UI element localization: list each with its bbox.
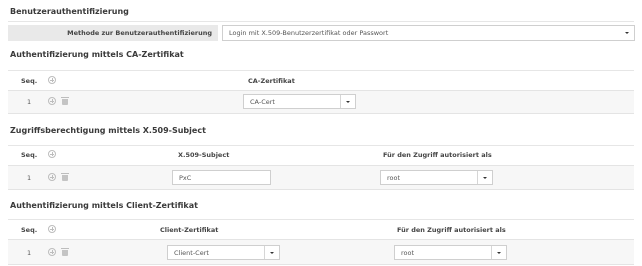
row-seq: 1 <box>27 98 32 106</box>
ca-cert-select[interactable]: CA-Cert <box>243 94 356 109</box>
auth-method-value: Login mit X.509-Benutzerzertifikat oder … <box>229 29 389 37</box>
insert-row-icon[interactable] <box>48 248 56 256</box>
subject-section-title: Zugriffsberechtigung mittels X.509-Subje… <box>10 126 206 135</box>
row-seq: 1 <box>27 174 32 182</box>
page-title: Benutzerauthentifizierung <box>10 7 129 16</box>
insert-row-icon[interactable] <box>48 173 56 181</box>
subject-input[interactable]: PxC <box>172 170 271 185</box>
row-seq: 1 <box>27 249 32 257</box>
client-section-title: Authentifizierung mittels Client-Zertifi… <box>10 201 198 210</box>
subject-user-value: root <box>387 173 401 182</box>
divider <box>8 21 634 22</box>
client-cert-value: Client-Cert <box>174 248 209 257</box>
method-label: Methode zur Benutzerauthentifizierung <box>8 25 218 41</box>
add-row-icon[interactable] <box>48 225 56 233</box>
col-subject: X.509-Subject <box>178 151 230 159</box>
chevron-down-icon <box>620 26 634 40</box>
chevron-down-icon <box>491 246 506 259</box>
delete-row-icon[interactable] <box>61 97 69 105</box>
delete-row-icon[interactable] <box>61 248 69 256</box>
insert-row-icon[interactable] <box>48 97 56 105</box>
chevron-down-icon <box>477 171 492 184</box>
col-seq: Seq. <box>21 226 38 234</box>
table-row <box>8 165 634 190</box>
add-row-icon[interactable] <box>48 150 56 158</box>
col-client-cert: Client-Zertifikat <box>160 226 219 234</box>
delete-row-icon[interactable] <box>61 173 69 181</box>
chevron-down-icon <box>264 246 279 259</box>
divider <box>8 145 634 146</box>
client-user-value: root <box>401 248 415 257</box>
ca-section-title: Authentifizierung mittels CA-Zertifikat <box>10 50 184 59</box>
col-authorized-as: Für den Zugriff autorisiert als <box>383 151 492 159</box>
divider <box>8 219 634 220</box>
ca-cert-value: CA-Cert <box>250 97 275 106</box>
col-ca-cert: CA-Zertifikat <box>248 77 295 85</box>
client-cert-select[interactable]: Client-Cert <box>167 245 280 260</box>
col-authorized-as: Für den Zugriff autorisiert als <box>397 226 506 234</box>
auth-method-select[interactable]: Login mit X.509-Benutzerzertifikat oder … <box>222 25 635 41</box>
client-user-select[interactable]: root <box>394 245 507 260</box>
add-row-icon[interactable] <box>48 76 56 84</box>
subject-value: PxC <box>179 173 192 182</box>
chevron-down-icon <box>340 95 355 108</box>
table-row <box>8 239 634 265</box>
col-seq: Seq. <box>21 77 38 85</box>
col-seq: Seq. <box>21 151 38 159</box>
divider <box>8 70 634 71</box>
subject-user-select[interactable]: root <box>380 170 493 185</box>
